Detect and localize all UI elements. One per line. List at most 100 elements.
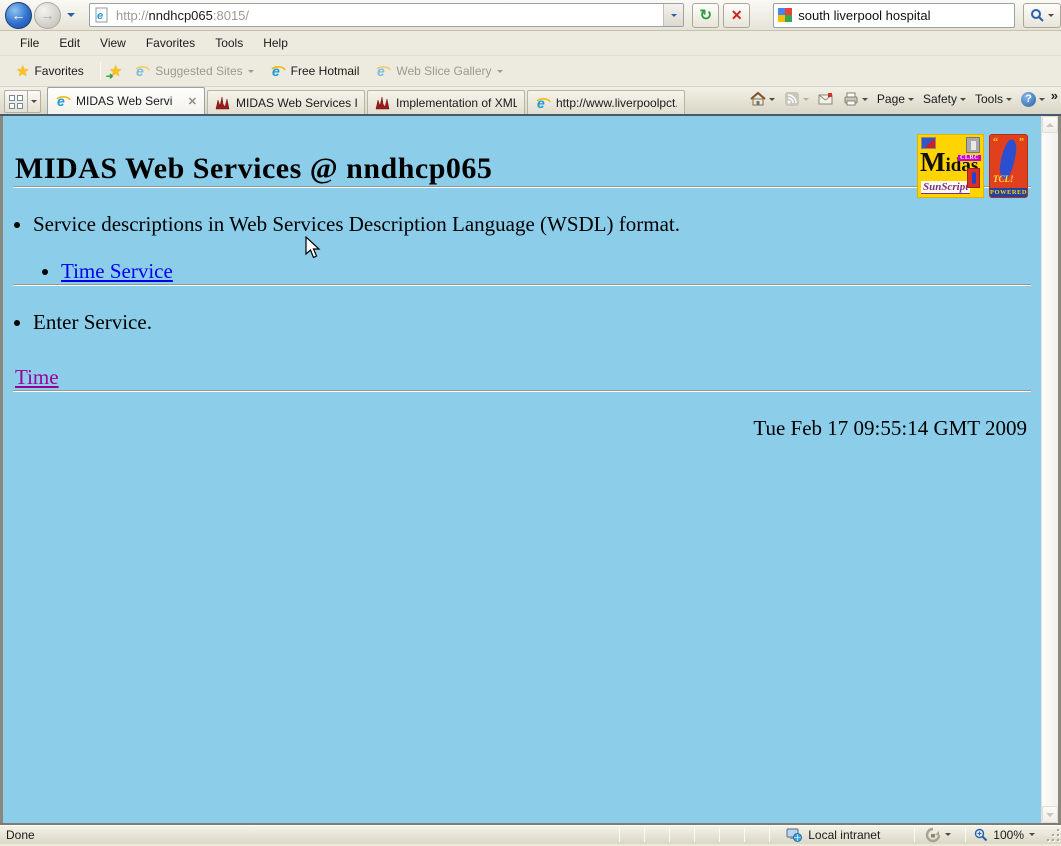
wsdl-list: Service descriptions in Web Services Des… (3, 212, 1041, 284)
toolbar-overflow-chevron[interactable]: » (1051, 88, 1058, 103)
vertical-scrollbar[interactable] (1041, 116, 1058, 823)
chevron-down-icon (497, 70, 503, 73)
url-host: nndhcp065 (149, 8, 213, 23)
refresh-button[interactable]: ↻ (692, 3, 719, 28)
tcl-powered-label: POWERED (990, 188, 1027, 197)
scroll-up-button[interactable] (1042, 116, 1058, 133)
wsdl-sublist: Time Service (33, 259, 1041, 284)
search-options-icon (1048, 14, 1054, 17)
mouse-cursor (305, 236, 322, 261)
quick-tabs-button[interactable] (4, 90, 28, 113)
home-button[interactable] (750, 91, 775, 107)
separator (100, 62, 101, 80)
url-protocol: http:// (116, 8, 149, 23)
chevron-down-icon (960, 98, 966, 101)
green-arrow-icon: ➜ (106, 71, 114, 82)
menu-view[interactable]: View (90, 33, 136, 53)
wsdl-description-text: Service descriptions in Web Services Des… (33, 212, 680, 236)
url-port-path: :8015/ (213, 8, 249, 23)
resize-grip[interactable] (1047, 829, 1060, 842)
favorites-bar: ★ Favorites ★ ➜ e Suggested Sites e Free… (0, 56, 1061, 87)
menu-tools[interactable]: Tools (205, 33, 253, 53)
google-icon (778, 8, 792, 22)
page-title: MIDAS Web Services @ nndhcp065 (15, 152, 1041, 186)
address-dropdown-button[interactable] (663, 4, 683, 26)
tcl-logo-title: TCL! (993, 174, 1014, 184)
chevron-down-icon (862, 98, 868, 101)
feeds-button[interactable] (784, 91, 809, 107)
time-service-link[interactable]: Time Service (61, 259, 173, 283)
tools-menu-button[interactable]: Tools (975, 92, 1012, 106)
tab-midas-web-services[interactable]: e MIDAS Web Services ✕ (47, 87, 205, 114)
tab-title: Implementation of XML/... (396, 96, 517, 110)
security-zone-label: Local intranet (808, 828, 880, 842)
scroll-down-button[interactable] (1042, 806, 1058, 823)
divider (13, 186, 1031, 188)
svg-text:e: e (272, 63, 280, 79)
url-text: http://nndhcp065:8015/ (116, 8, 663, 23)
search-input[interactable]: south liverpool hospital (773, 3, 1015, 28)
close-icon[interactable]: ✕ (188, 95, 197, 108)
safety-menu-button[interactable]: Safety (923, 92, 966, 106)
forward-arrow-icon: → (41, 7, 55, 23)
menu-help[interactable]: Help (253, 33, 298, 53)
menu-favorites[interactable]: Favorites (136, 33, 205, 53)
time-link[interactable]: Time (15, 365, 59, 389)
tab-bar: e MIDAS Web Services ✕ MIDAS Web Service… (0, 87, 1061, 116)
browser-viewport: Midas CLRC SunScript “ ” TCL! POWERED MI… (0, 116, 1061, 823)
favorites-button[interactable]: ★ Favorites (8, 58, 92, 84)
svg-text:e: e (377, 63, 385, 79)
tab-implementation-of-xml[interactable]: Implementation of XML/... (367, 90, 525, 114)
back-button[interactable]: ← (5, 2, 32, 29)
chevron-down-icon (769, 98, 775, 101)
chevron-down-icon (248, 70, 254, 73)
page-menu-button[interactable]: Page (877, 92, 914, 106)
security-zone-pane[interactable]: Local intranet (770, 827, 890, 843)
chevron-down-icon (1006, 98, 1012, 101)
help-button[interactable]: ? (1021, 92, 1045, 107)
chevron-down-icon (671, 14, 677, 17)
tab-midas-web-services-im[interactable]: MIDAS Web Services Im... (207, 90, 365, 114)
tab-list-dropdown-button[interactable] (28, 90, 41, 113)
ie-browser-window: { "browser": { "address": { "protocol": … (0, 0, 1061, 846)
favorites-item-suggested-sites[interactable]: e Suggested Sites (126, 59, 261, 83)
address-bar[interactable]: e http://nndhcp065:8015/ (89, 3, 684, 27)
rss-feed-icon (784, 91, 800, 107)
refresh-icon: ↻ (699, 6, 712, 24)
zoom-control[interactable]: 100% (966, 828, 1043, 842)
mail-icon (818, 91, 834, 107)
history-dropdown-icon[interactable] (67, 13, 75, 17)
divider (13, 284, 1031, 286)
stop-icon: ✕ (731, 7, 743, 24)
forward-button[interactable]: → (34, 2, 61, 29)
menu-file[interactable]: File (10, 33, 49, 53)
svg-text:e: e (537, 95, 545, 111)
midas-peaks-icon (375, 95, 391, 111)
suggested-sites-label: Suggested Sites (155, 64, 242, 78)
favorites-item-web-slice-gallery[interactable]: e Web Slice Gallery (367, 59, 510, 83)
menu-edit[interactable]: Edit (49, 33, 90, 53)
tab-liverpoolpct[interactable]: e http://www.liverpoolpct... (527, 90, 685, 114)
enter-service-list-item: Enter Service. (33, 310, 1041, 335)
clrc-label: CLRC (958, 155, 981, 161)
tools-menu-label: Tools (975, 92, 1003, 106)
ie-icon: e (535, 95, 551, 111)
tab-title: http://www.liverpoolpct... (556, 96, 677, 110)
ie-icon: e (270, 63, 286, 79)
print-button[interactable] (843, 91, 868, 107)
enter-service-list: Enter Service. (3, 310, 1041, 335)
search-icon (1030, 8, 1044, 22)
add-to-favorites-bar-button[interactable]: ★ ➜ (109, 62, 122, 80)
protected-mode-pane[interactable] (915, 827, 961, 843)
menu-bar: File Edit View Favorites Tools Help (0, 31, 1061, 56)
favorites-item-free-hotmail[interactable]: e Free Hotmail (262, 59, 368, 83)
tcl-badge-icon (967, 168, 980, 188)
svg-text:e: e (57, 93, 65, 109)
printer-icon (843, 91, 859, 107)
read-mail-button[interactable] (818, 91, 834, 107)
web-slice-gallery-label: Web Slice Gallery (396, 64, 491, 78)
web-page: Midas CLRC SunScript “ ” TCL! POWERED MI… (3, 116, 1041, 823)
help-icon: ? (1021, 92, 1036, 107)
stop-button[interactable]: ✕ (723, 3, 750, 28)
search-go-button[interactable] (1023, 3, 1061, 28)
